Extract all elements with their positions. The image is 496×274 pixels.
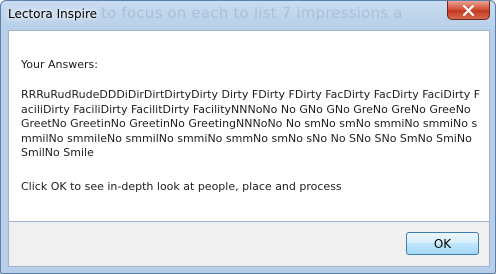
title-bar[interactable]: to focus on each to list 7 impressions a… bbox=[1, 1, 495, 29]
close-button[interactable] bbox=[447, 1, 490, 20]
answers-text: RRRuRudRudeDDDiDirDirtDirtyDirty Dirty F… bbox=[21, 88, 481, 160]
button-bar: OK bbox=[8, 222, 490, 267]
message-area: Your Answers: RRRuRudRudeDDDiDirDirtDirt… bbox=[8, 30, 490, 222]
background-window-text: to focus on each to list 7 impressions a bbox=[101, 4, 403, 22]
answers-label: Your Answers: bbox=[21, 58, 98, 71]
close-icon bbox=[462, 5, 475, 16]
ok-button[interactable]: OK bbox=[406, 232, 479, 255]
dialog-window: to focus on each to list 7 impressions a… bbox=[0, 0, 496, 274]
window-title: Lectora Inspire bbox=[8, 7, 98, 21]
instruction-text: Click OK to see in-depth look at people,… bbox=[21, 180, 342, 193]
